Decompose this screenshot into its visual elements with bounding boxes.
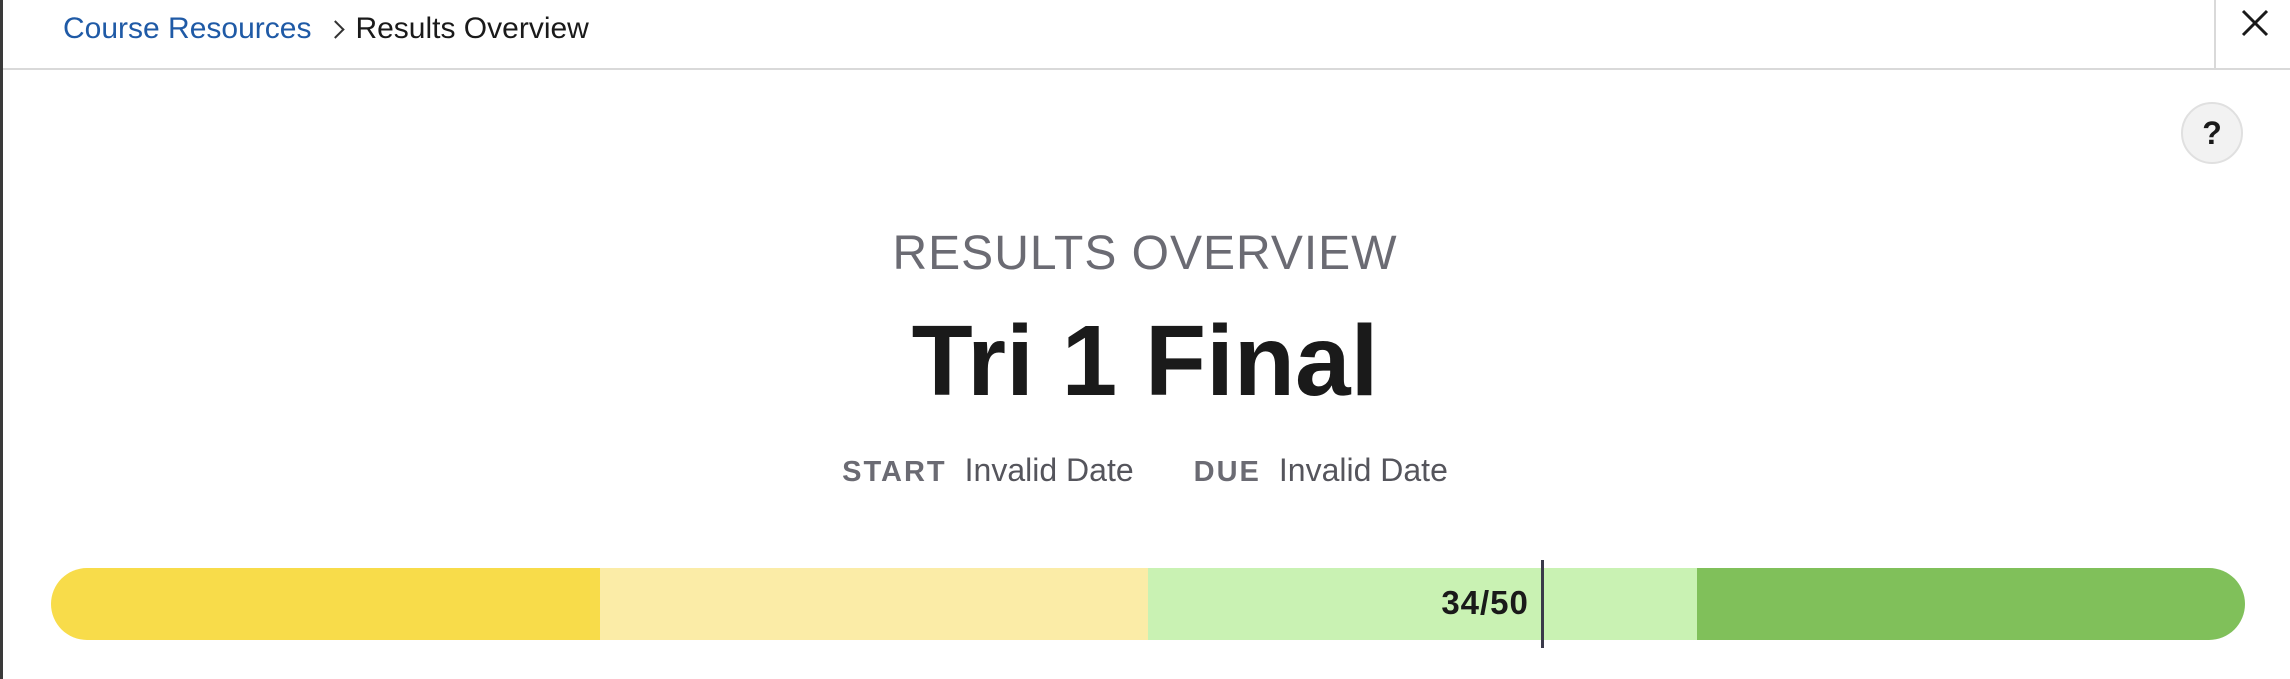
due-date-value: Invalid Date [1278,452,1448,488]
close-button[interactable] [2214,0,2290,68]
help-icon: ? [2202,114,2222,151]
page-title: Tri 1 Final [911,305,1379,417]
help-button[interactable]: ? [2181,102,2243,164]
score-marker [1541,560,1545,648]
score-band-1 [51,568,600,640]
score-band-3 [1148,568,1697,640]
breadcrumb: Course Resources Results Overview [63,8,589,50]
start-date-label: START [842,456,947,488]
chevron-right-icon [311,14,355,44]
assignment-dates: START Invalid Date DUE Invalid Date [0,452,2290,489]
close-icon [2241,9,2269,37]
start-date-value: Invalid Date [964,452,1134,488]
breadcrumb-link-course-resources[interactable]: Course Resources [63,12,311,46]
score-bar [51,568,2245,640]
breadcrumb-current: Results Overview [355,12,589,45]
score-value: 34/50 [1441,584,1529,621]
score-band-4 [1696,568,2245,640]
score-band-2 [599,568,1148,640]
due-date-label: DUE [1193,456,1261,488]
page-eyebrow: RESULTS OVERVIEW [892,227,1398,280]
top-bar: Course Resources Results Overview [3,0,2290,70]
